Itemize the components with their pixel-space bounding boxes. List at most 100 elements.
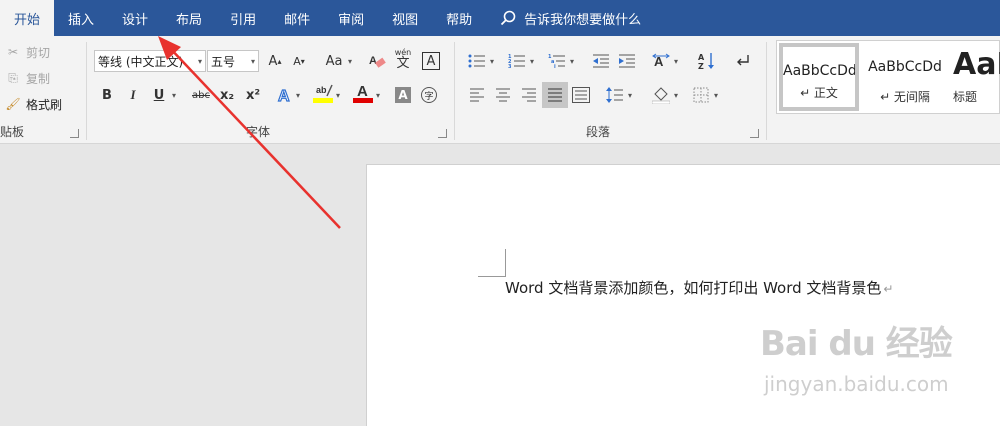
strikethrough-button[interactable]: abc — [188, 84, 214, 106]
document-page[interactable]: Word 文档背景添加颜色，如何打印出 Word 文档背景色 ↵ — [366, 164, 1000, 426]
paragraph-mark: ↵ — [883, 282, 894, 296]
borders-icon — [693, 87, 709, 103]
font-color-dropdown[interactable]: ▾ — [376, 84, 384, 106]
shading-button[interactable] — [650, 84, 672, 106]
svg-text:Z: Z — [698, 62, 704, 70]
borders-dropdown[interactable]: ▾ — [714, 84, 722, 106]
numbering-button[interactable]: 1 2 3 — [506, 50, 528, 72]
line-spacing-button[interactable] — [604, 84, 626, 106]
cut-button[interactable]: ✂ 剪切 — [4, 40, 50, 64]
decrease-indent-button[interactable] — [590, 50, 612, 72]
tab-review[interactable]: 审阅 — [324, 0, 378, 36]
tell-me-search[interactable]: 告诉我你想要做什么 — [500, 9, 641, 28]
shrink-font-button[interactable]: A ▾ — [288, 50, 310, 72]
copy-label: 复制 — [26, 71, 51, 86]
multilevel-list-button[interactable]: 1 a i — [546, 50, 568, 72]
styles-gallery: AaBbCcDd ↵ 正文 AaBbCcDd ↵ 无间隔 AaB 标题 — [776, 40, 1000, 114]
paragraph-group-label: 段落 — [586, 125, 611, 139]
cut-label: 剪切 — [26, 45, 51, 60]
italic-icon: I — [130, 87, 136, 102]
tab-mailings[interactable]: 邮件 — [270, 0, 324, 36]
highlight-dropdown[interactable]: ▾ — [336, 84, 344, 106]
font-group: 等线 (中文正文) ▾ 五号 ▾ A▴ A▾ Aa ▾ A wén 文 A — [86, 36, 454, 142]
grow-font-icon: A — [268, 53, 278, 69]
underline-button[interactable]: U — [148, 84, 170, 106]
tab-references[interactable]: 引用 — [216, 0, 270, 36]
paint-bucket-icon — [652, 87, 670, 104]
phonetic-char: 文 — [396, 55, 410, 71]
align-right-button[interactable] — [518, 84, 540, 106]
change-case-button[interactable]: Aa — [320, 50, 348, 72]
tab-design[interactable]: 设计 — [108, 0, 162, 36]
tab-home[interactable]: 开始 — [0, 0, 55, 36]
style-normal[interactable]: AaBbCcDd ↵ 正文 — [779, 43, 859, 111]
increase-indent-button[interactable] — [616, 50, 638, 72]
tab-insert[interactable]: 插入 — [54, 0, 108, 36]
style-heading[interactable]: AaB 标题 — [947, 43, 1000, 111]
svg-text:A: A — [357, 83, 368, 100]
grow-font-button[interactable]: A ▴ — [264, 50, 286, 72]
svg-text:A: A — [278, 88, 290, 104]
bullet-list-icon — [468, 54, 485, 68]
font-dialog-launcher[interactable] — [438, 129, 447, 138]
character-border-button[interactable]: A — [422, 52, 440, 70]
paragraph-dialog-launcher[interactable] — [750, 129, 759, 138]
tab-help[interactable]: 帮助 — [432, 0, 486, 36]
bullets-dropdown[interactable]: ▾ — [490, 50, 498, 72]
bold-button[interactable]: B — [96, 84, 118, 106]
tab-layout[interactable]: 布局 — [162, 0, 216, 36]
text-effects-button[interactable]: A — [274, 84, 296, 106]
underline-icon: U — [153, 87, 165, 103]
italic-button[interactable]: I — [122, 84, 144, 106]
svg-text:3: 3 — [508, 64, 512, 69]
style-name: ↵ 正文 — [800, 86, 838, 100]
align-center-button[interactable] — [492, 84, 514, 106]
show-hide-marks-button[interactable] — [732, 50, 754, 72]
multilevel-list-dropdown[interactable]: ▾ — [570, 50, 578, 72]
subscript-button[interactable]: x₂ — [216, 84, 238, 106]
ribbon-tab-bar: 开始 插入 设计 布局 引用 邮件 审阅 视图 帮助 告诉我你想要做什么 — [0, 0, 1000, 36]
increase-indent-icon — [619, 54, 635, 68]
font-size-combobox[interactable]: 五号 ▾ — [207, 50, 259, 72]
highlight-button[interactable]: ab — [312, 82, 334, 104]
chevron-down-icon: ▾ — [197, 56, 202, 66]
document-paragraph[interactable]: Word 文档背景添加颜色，如何打印出 Word 文档背景色 ↵ — [505, 277, 893, 298]
style-sample: AaBbCcDd — [783, 63, 855, 79]
bold-icon: B — [102, 87, 112, 103]
sort-button[interactable]: AZ — [696, 50, 718, 72]
enclose-characters-button[interactable]: 字 — [418, 84, 440, 106]
borders-button[interactable] — [690, 84, 712, 106]
tab-view[interactable]: 视图 — [378, 0, 432, 36]
font-name-combobox[interactable]: 等线 (中文正文) ▾ — [94, 50, 206, 72]
multilevel-list-icon: 1 a i — [548, 54, 565, 69]
superscript-button[interactable]: x² — [242, 84, 264, 106]
numbering-dropdown[interactable]: ▾ — [530, 50, 538, 72]
align-left-button[interactable] — [466, 84, 488, 106]
svg-text:i: i — [554, 64, 556, 69]
line-spacing-dropdown[interactable]: ▾ — [628, 84, 636, 106]
shading-dropdown[interactable]: ▾ — [674, 84, 682, 106]
clipboard-dialog-launcher[interactable] — [70, 129, 79, 138]
phonetic-guide-button[interactable]: wén 文 — [392, 48, 414, 70]
copy-button[interactable]: ⎘ 复制 — [4, 66, 50, 90]
justify-button[interactable] — [542, 82, 568, 108]
distributed-button[interactable] — [570, 84, 592, 106]
character-shading-icon: A — [395, 87, 411, 103]
change-case-dropdown[interactable]: ▾ — [348, 50, 356, 72]
search-icon — [501, 10, 516, 26]
asian-layout-dropdown[interactable]: ▾ — [674, 50, 682, 72]
subscript-icon: x₂ — [219, 87, 235, 103]
font-color-button[interactable]: A — [352, 82, 374, 104]
bullets-button[interactable] — [466, 50, 488, 72]
numbered-list-icon: 1 2 3 — [508, 54, 525, 69]
format-painter-button[interactable]: 🖌 格式刷 — [4, 92, 62, 116]
enclose-characters-icon: 字 — [421, 87, 437, 103]
text-effects-dropdown[interactable]: ▾ — [296, 84, 304, 106]
asian-layout-button[interactable]: A — [650, 50, 672, 72]
style-sample: AaB — [953, 47, 1000, 82]
clear-formatting-button[interactable]: A — [366, 50, 388, 72]
underline-dropdown[interactable]: ▾ — [172, 84, 180, 106]
character-shading-button[interactable]: A — [392, 84, 414, 106]
svg-text:ab: ab — [316, 85, 327, 95]
style-no-spacing[interactable]: AaBbCcDd ↵ 无间隔 — [865, 43, 945, 111]
